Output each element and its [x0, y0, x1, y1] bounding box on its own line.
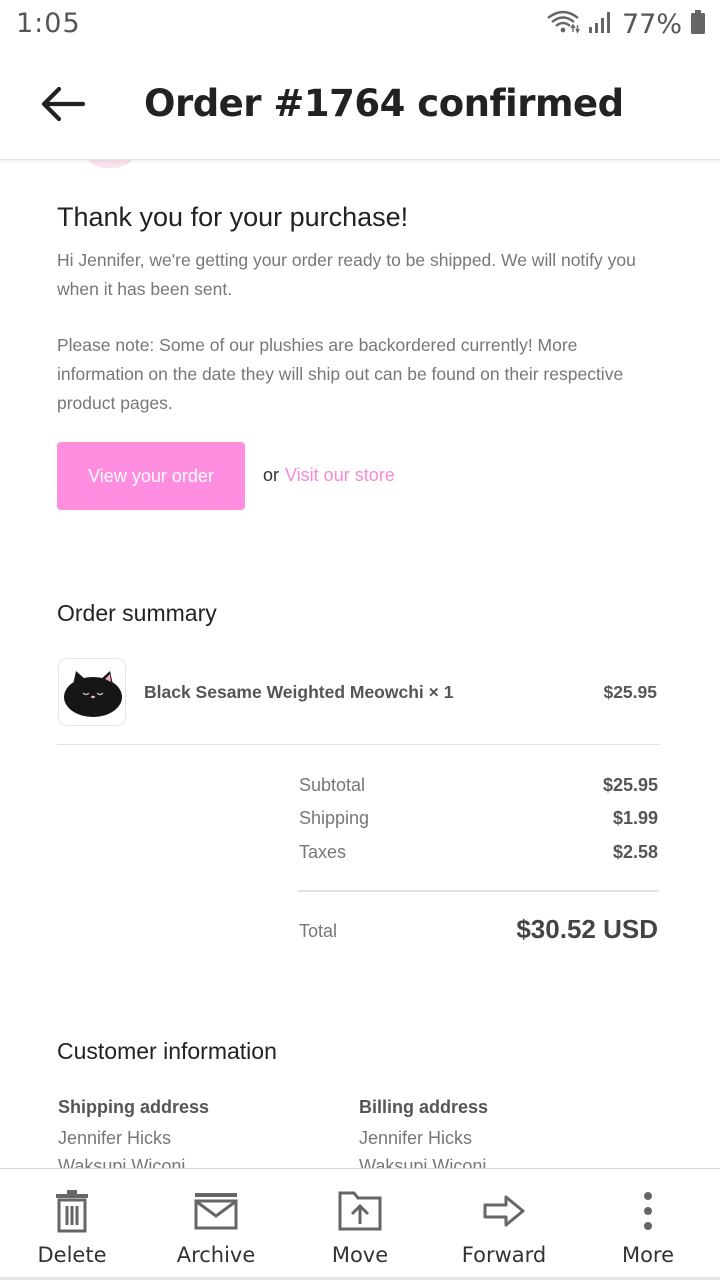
shipping-value: $1.99 [612, 808, 658, 828]
page-title: Order #1764 confirmed [144, 82, 624, 125]
billing-address-line: Waksupi Wiconi [359, 1156, 487, 1168]
archive-button[interactable]: Archive [144, 1169, 288, 1280]
product-price: $25.95 [603, 682, 657, 702]
status-time: 1:05 [16, 8, 81, 39]
battery-icon [690, 9, 706, 40]
backorder-note: Please note: Some of our plushies are ba… [57, 335, 624, 413]
billing-address-name: Jennifer Hicks [359, 1128, 473, 1148]
forward-label: Forward [461, 1243, 547, 1267]
product-name: Black Sesame Weighted Meowchi × 1 [144, 682, 454, 702]
subtotal-label: Subtotal [299, 775, 366, 795]
bottom-action-bar: Delete Archive Move Forward More [0, 1168, 720, 1280]
shipping-address-heading: Shipping address [58, 1097, 210, 1117]
more-button[interactable]: More [576, 1169, 720, 1280]
shipping-address-name: Jennifer Hicks [58, 1128, 172, 1148]
more-label: More [621, 1243, 675, 1267]
trash-icon [48, 1187, 96, 1235]
app-bar: Order #1764 confirmed [0, 52, 720, 160]
total-label: Total [299, 921, 338, 941]
forward-button[interactable]: Forward [432, 1169, 576, 1280]
archive-label: Archive [176, 1243, 256, 1267]
status-bar: 1:05 77% [0, 0, 720, 52]
move-icon [336, 1187, 384, 1235]
move-button[interactable]: Move [288, 1169, 432, 1280]
billing-address-heading: Billing address [359, 1097, 489, 1117]
shipping-label: Shipping [299, 808, 370, 828]
signal-icon [588, 9, 614, 40]
store-logo [82, 160, 138, 168]
delete-label: Delete [37, 1243, 107, 1267]
order-message: Hi Jennifer, we're getting your order re… [57, 250, 636, 299]
taxes-label: Taxes [299, 842, 347, 862]
back-arrow-icon [39, 86, 86, 127]
move-label: Move [331, 1243, 389, 1267]
forward-icon [480, 1187, 528, 1235]
customer-info-title: Customer information [57, 1038, 277, 1064]
archive-icon [192, 1187, 240, 1235]
battery-percentage: 77% [621, 9, 682, 40]
divider [298, 890, 659, 892]
back-button[interactable] [36, 80, 88, 132]
taxes-value: $2.58 [612, 842, 658, 862]
more-vertical-icon [624, 1187, 672, 1235]
order-summary-title: Order summary [57, 600, 217, 626]
product-thumbnail[interactable] [58, 658, 126, 726]
divider [57, 744, 660, 745]
shipping-address-line: Waksupi Wiconi [58, 1156, 186, 1168]
greeting-heading: Thank you for your purchase! [57, 202, 409, 232]
visit-store-link[interactable]: Visit our store [285, 465, 395, 486]
status-indicators: 77% [546, 9, 706, 40]
subtotal-value: $25.95 [602, 775, 658, 795]
view-order-button[interactable]: View your order [57, 442, 245, 510]
wifi-icon [546, 9, 580, 40]
email-body[interactable]: Thank you for your purchase! Hi Jennifer… [0, 160, 720, 1168]
delete-button[interactable]: Delete [0, 1169, 144, 1280]
total-value: $30.52 USD [516, 914, 658, 944]
or-text: or [263, 465, 280, 485]
